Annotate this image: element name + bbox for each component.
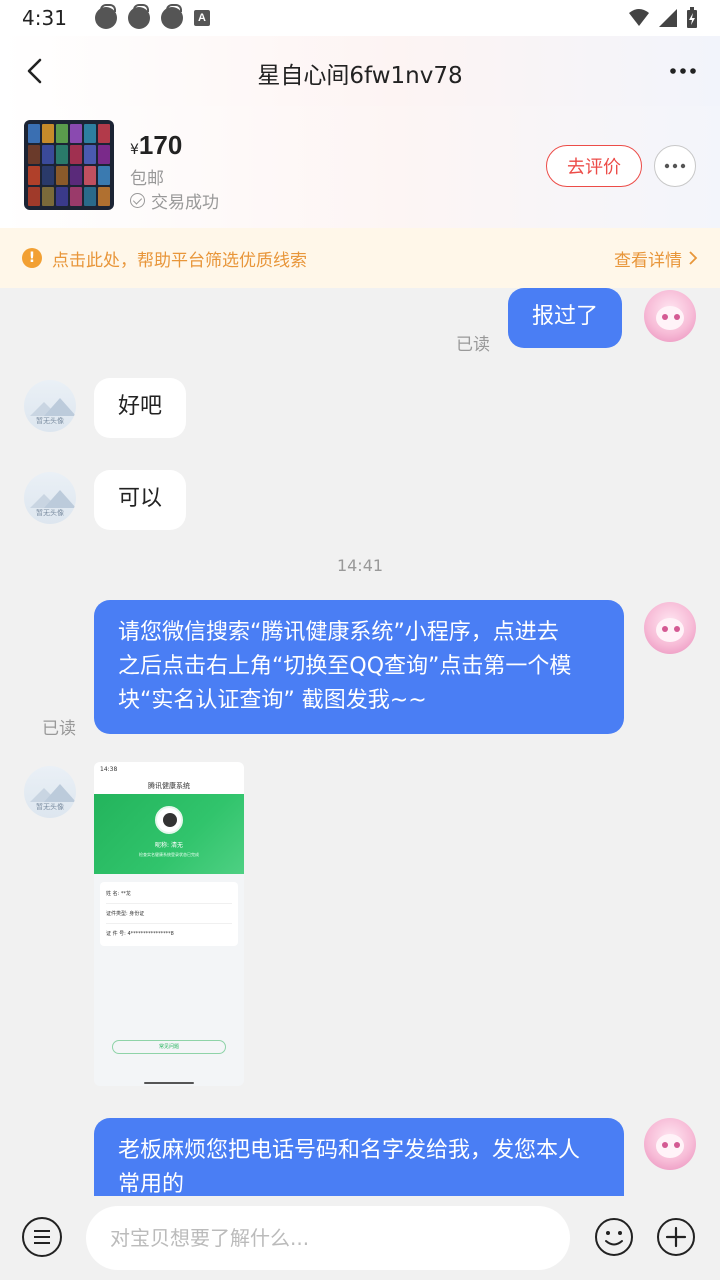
- seller-avatar[interactable]: 暂无头像: [24, 380, 76, 432]
- notification-a-icon: A: [193, 10, 210, 26]
- app-notification-icon: [160, 4, 183, 29]
- user-avatar[interactable]: [644, 290, 696, 342]
- more-options-icon[interactable]: [666, 54, 700, 88]
- product-more-button[interactable]: [654, 145, 696, 187]
- screenshot-header: 腾讯健康系统: [94, 778, 244, 794]
- message-bubble-outgoing[interactable]: 老板麻烦您把电话号码和名字发给我，发您本人 常用的: [94, 1118, 624, 1196]
- battery-icon: [687, 7, 697, 28]
- screenshot-info-row: 证件类型: 身份证: [106, 904, 232, 924]
- check-circle-icon: [130, 193, 145, 208]
- message-bubble-outgoing[interactable]: 请您微信搜索“腾讯健康系统”小程序，点进去 之后点击右上角“切换至QQ查询”点击…: [94, 600, 624, 734]
- signal-icon: [659, 9, 677, 27]
- user-avatar[interactable]: [644, 602, 696, 654]
- wifi-icon: [629, 9, 649, 26]
- message-timestamp: 14:41: [336, 556, 384, 575]
- message-input-bar: 对宝贝想要了解什么...: [0, 1196, 720, 1280]
- seller-avatar[interactable]: 暂无头像: [24, 766, 76, 818]
- read-receipt: 已读: [456, 335, 490, 355]
- menu-button[interactable]: [22, 1217, 62, 1257]
- message-text-line: 请您微信搜索“腾讯健康系统”小程序，点进去: [118, 620, 559, 645]
- view-details-label: 查看详情: [614, 250, 682, 271]
- app-notification-icon: [94, 4, 117, 29]
- status-bar: 4:31 A: [0, 0, 720, 36]
- seller-avatar[interactable]: 暂无头像: [24, 472, 76, 524]
- message-text-line: 老板麻烦您把电话号码和名字发给我，发您本人: [118, 1138, 581, 1163]
- screenshot-time: 14:38: [100, 766, 118, 773]
- screenshot-info-row: 姓 名: **龙: [106, 884, 232, 904]
- screenshot-subtitle: 检查实名健康系统登录状态已完成: [139, 852, 199, 857]
- view-details-link[interactable]: 查看详情: [614, 246, 698, 271]
- avatar-caption: 暂无头像: [36, 417, 64, 425]
- chat-header: 星自心间6fw1nv78: [0, 36, 720, 106]
- screenshot-profile-panel: 昵称: 清无 检查实名健康系统登录状态已完成: [94, 794, 244, 874]
- message-input[interactable]: 对宝贝想要了解什么...: [86, 1206, 570, 1270]
- screenshot-home-indicator: [144, 1082, 194, 1084]
- product-card[interactable]: ¥170 包邮 交易成功 去评价: [0, 106, 720, 228]
- notice-bar[interactable]: ! 点击此处，帮助平台筛选优质线索 查看详情: [0, 228, 720, 288]
- screenshot-faq-button: 常见问题: [112, 1040, 226, 1054]
- chat-messages[interactable]: 报过了 已读 暂无头像 好吧 暂无头像 可以 14:41 请您微信搜索“腾讯健康…: [0, 288, 720, 1196]
- price-value: 170: [138, 130, 183, 160]
- message-text: 报过了: [532, 304, 599, 329]
- menu-line: [34, 1230, 50, 1232]
- trade-status-text: 交易成功: [151, 193, 219, 213]
- warning-icon: !: [22, 248, 42, 268]
- notice-text: 点击此处，帮助平台筛选优质线索: [52, 250, 307, 271]
- avatar-caption: 暂无头像: [36, 803, 64, 811]
- message-text-line: 常用的: [118, 1172, 185, 1196]
- message-text-line: 之后点击右上角“切换至QQ查询”点击第一个模: [118, 654, 572, 679]
- currency-symbol: ¥: [130, 142, 139, 158]
- chevron-right-icon: [689, 251, 698, 265]
- image-message[interactable]: 14:38 腾讯健康系统 昵称: 清无 检查实名健康系统登录状态已完成 姓 名:…: [94, 762, 244, 1086]
- trade-status: 交易成功: [130, 188, 219, 213]
- add-attachment-icon[interactable]: [656, 1217, 696, 1257]
- emoji-icon[interactable]: [594, 1217, 634, 1257]
- screenshot-title: 腾讯健康系统: [148, 782, 190, 790]
- message-text: 好吧: [118, 394, 163, 419]
- status-time: 4:31: [22, 6, 67, 30]
- screenshot-info-card: 姓 名: **龙 证件类型: 身份证 证 件 号: 4*************…: [100, 882, 238, 946]
- message-bubble-outgoing[interactable]: 报过了: [508, 288, 623, 348]
- app-notification-icon: [127, 4, 150, 29]
- screenshot-info-row: 证 件 号: 4****************8: [106, 931, 174, 937]
- message-bubble-incoming[interactable]: 好吧: [94, 378, 187, 438]
- page-title: 星自心间6fw1nv78: [257, 63, 463, 89]
- menu-line: [34, 1242, 50, 1244]
- message-bubble-incoming[interactable]: 可以: [94, 470, 187, 530]
- screenshot-nickname: 昵称: 清无: [155, 842, 183, 849]
- product-price: ¥170: [130, 130, 182, 161]
- message-text-line: 块“实名认证查询” 截图发我~~: [118, 688, 427, 713]
- message-text: 可以: [118, 486, 163, 511]
- review-button[interactable]: 去评价: [546, 145, 642, 187]
- menu-line: [34, 1236, 50, 1238]
- avatar-caption: 暂无头像: [36, 509, 64, 517]
- screenshot-status-bar: 14:38: [94, 762, 244, 778]
- user-avatar[interactable]: [644, 1118, 696, 1170]
- shipping-label: 包邮: [130, 169, 164, 189]
- product-thumbnail[interactable]: [24, 120, 114, 210]
- screenshot-avatar: [155, 806, 183, 834]
- read-receipt: 已读: [42, 719, 76, 739]
- more-dots-icon: [664, 163, 686, 169]
